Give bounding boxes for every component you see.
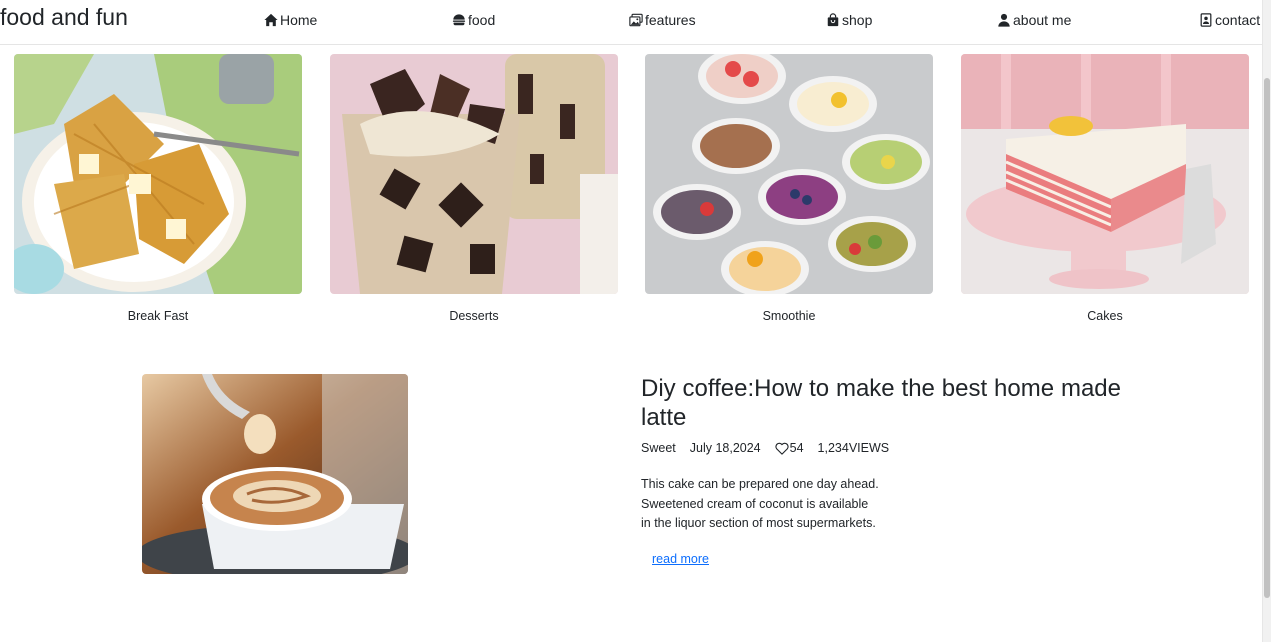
nav-food[interactable]: food [452, 10, 495, 30]
likes-count: 54 [789, 441, 804, 455]
featured-post: Diy coffee:How to make the best home mad… [641, 374, 1121, 568]
page-scrollbar[interactable] [1262, 0, 1271, 642]
category-title: Desserts [449, 309, 499, 323]
desserts-image[interactable] [330, 54, 618, 294]
category-card-breakfast[interactable]: Break Fast [14, 54, 302, 323]
post-title[interactable]: Diy coffee:How to make the best home mad… [641, 374, 1121, 432]
description-line: Sweetened cream of coconut is available [641, 496, 869, 511]
smoothie-image[interactable] [645, 54, 933, 294]
home-icon [264, 13, 278, 27]
food-icon [452, 13, 466, 27]
post-author: Sweet [641, 441, 676, 455]
navbar: food and fun Home food features shop abo… [0, 0, 1262, 45]
nav-home[interactable]: Home [264, 10, 317, 30]
images-icon [629, 13, 643, 27]
scrollbar-thumb[interactable] [1264, 78, 1270, 598]
category-card-desserts[interactable]: Desserts [330, 54, 618, 323]
nav-contact-label: contact [1215, 12, 1261, 28]
nav-contact[interactable]: contact [1199, 10, 1260, 30]
nav-home-label: Home [280, 12, 318, 28]
cakes-image[interactable] [961, 54, 1249, 294]
category-title: Break Fast [127, 309, 189, 323]
brand-logo[interactable]: food and fun [0, 3, 128, 31]
read-more-link[interactable]: read more [652, 552, 709, 566]
shopping-bag-icon [826, 13, 840, 27]
post-image-latte[interactable] [142, 374, 408, 574]
person-icon [997, 13, 1011, 27]
category-title: Cakes [1087, 309, 1123, 323]
description-line: This cake can be prepared one day ahead. [641, 477, 879, 491]
category-card-cakes[interactable]: Cakes [961, 54, 1249, 323]
nav-about[interactable]: about me [997, 10, 1071, 30]
description-line: in the liquor section of most supermarke… [641, 516, 876, 531]
breakfast-image[interactable] [14, 54, 302, 294]
nav-food-label: food [468, 12, 496, 28]
nav-shop-label: shop [842, 12, 873, 28]
category-card-smoothie[interactable]: Smoothie [645, 54, 933, 323]
post-likes[interactable]: 54 [775, 441, 804, 455]
nav-features[interactable]: features [629, 10, 696, 30]
post-views: 1,234VIEWS [817, 441, 890, 455]
post-date: July 18,2024 [689, 441, 761, 455]
contact-card-icon [1199, 13, 1213, 27]
post-meta: Sweet July 18,2024 54 1,234VIEWS [641, 441, 1121, 455]
heart-icon[interactable] [775, 442, 789, 455]
nav-shop[interactable]: shop [826, 10, 872, 30]
post-description: This cake can be prepared one day ahead.… [641, 475, 1121, 534]
nav-features-label: features [645, 12, 696, 28]
category-title: Smoothie [762, 309, 816, 323]
nav-about-label: about me [1013, 12, 1072, 28]
